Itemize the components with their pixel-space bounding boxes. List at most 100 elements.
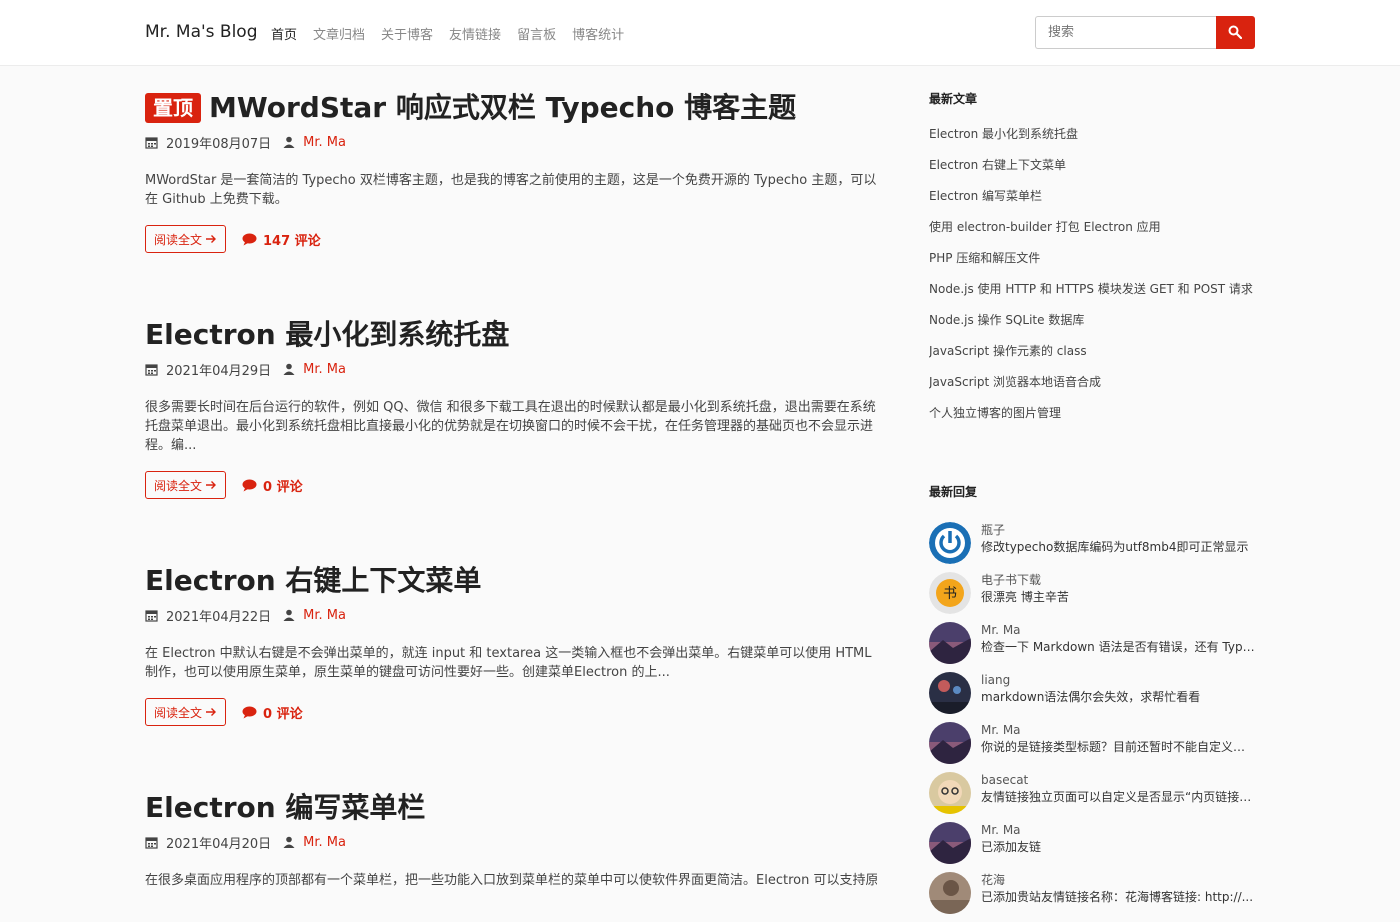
post-date: 2021年04月29日 bbox=[166, 363, 272, 379]
reply-message: 已添加友链 bbox=[981, 840, 1042, 854]
reply-message: 很漂亮 博主辛苦 bbox=[981, 590, 1069, 604]
recent-posts-list: Electron 最小化到系统托盘 Electron 右键上下文菜单 Elect… bbox=[929, 126, 1255, 436]
read-more-button[interactable]: 阅读全文 bbox=[145, 698, 227, 726]
arrow-right-icon bbox=[206, 481, 217, 489]
calendar-icon bbox=[145, 363, 158, 376]
search-input[interactable] bbox=[1035, 16, 1216, 49]
reply-item[interactable]: 书 电子书下载很漂亮 博主辛苦 bbox=[929, 572, 1255, 622]
comment-icon bbox=[242, 479, 257, 491]
recent-post-link[interactable]: 使用 electron-builder 打包 Electron 应用 bbox=[929, 219, 1255, 250]
post-list: 置顶 MWordStar 响应式双栏 Typecho 博客主题 2019年08月… bbox=[145, 66, 880, 900]
reply-message: 修改typecho数据库编码为utf8mb4即可正常显示 bbox=[981, 540, 1249, 554]
post-author[interactable]: Mr. Ma bbox=[303, 608, 346, 623]
recent-post-link[interactable]: Electron 右键上下文菜单 bbox=[929, 157, 1255, 188]
recent-post-link[interactable]: Node.js 操作 SQLite 数据库 bbox=[929, 312, 1255, 343]
calendar-icon bbox=[145, 609, 158, 622]
comments-link[interactable]: 147 评论 bbox=[242, 230, 321, 249]
post-title-text[interactable]: Electron 右键上下文菜单 bbox=[145, 561, 481, 601]
post-author[interactable]: Mr. Ma bbox=[303, 135, 346, 150]
read-more-button[interactable]: 阅读全文 bbox=[145, 471, 227, 499]
firework-avatar-icon bbox=[929, 672, 971, 714]
reply-item[interactable]: Mr. Ma 已添加友链 bbox=[929, 822, 1255, 872]
reply-item[interactable]: Mr. Ma 你说的是链接类型标题？目前还暂时不能自定义，... bbox=[929, 722, 1255, 772]
site-brand[interactable]: Mr. Ma's Blog bbox=[145, 22, 258, 42]
recent-posts-title: 最新文章 bbox=[929, 92, 978, 106]
post-date: 2021年04月22日 bbox=[166, 609, 272, 625]
reply-item[interactable]: 瓶子 修改typecho数据库编码为utf8mb4即可正常显示 bbox=[929, 522, 1255, 572]
post-actions: 阅读全文 0 评论 bbox=[145, 698, 880, 726]
calendar-icon bbox=[145, 136, 158, 149]
avatar bbox=[929, 522, 971, 564]
recent-post-link[interactable]: 个人独立博客的图片管理 bbox=[929, 405, 1255, 436]
recent-post-link[interactable]: JavaScript 操作元素的 class bbox=[929, 343, 1255, 374]
nav-links[interactable]: 友情链接 bbox=[449, 24, 501, 43]
calendar-icon bbox=[145, 836, 158, 849]
post-meta: 2019年08月07日 Mr. Ma bbox=[145, 132, 880, 152]
reply-item[interactable]: liang markdown语法偶尔会失效，求帮忙看看 bbox=[929, 672, 1255, 722]
read-more-label: 阅读全文 bbox=[154, 478, 203, 493]
reply-item[interactable]: basecat 友情链接独立页面可以自定义是否显示“内页链接”... bbox=[929, 772, 1255, 822]
avatar bbox=[929, 872, 971, 914]
nav-archive[interactable]: 文章归档 bbox=[313, 24, 365, 43]
nav-guestbook[interactable]: 留言板 bbox=[517, 24, 556, 43]
post-title[interactable]: 置顶 MWordStar 响应式双栏 Typecho 博客主题 bbox=[145, 88, 880, 128]
post-meta: 2021年04月22日 Mr. Ma bbox=[145, 605, 880, 625]
recent-post-link[interactable]: Electron 最小化到系统托盘 bbox=[929, 126, 1255, 157]
post-actions: 阅读全文 0 评论 bbox=[145, 471, 880, 499]
recent-post-link[interactable]: Electron 编写菜单栏 bbox=[929, 188, 1255, 219]
avatar bbox=[929, 672, 971, 714]
post-title-text[interactable]: MWordStar 响应式双栏 Typecho 博客主题 bbox=[209, 88, 796, 128]
nav-stats[interactable]: 博客统计 bbox=[572, 24, 624, 43]
post-excerpt: 很多需要长时间在后台运行的软件，例如 QQ、微信 和很多下载工具在退出的时候默认… bbox=[145, 400, 876, 453]
search-form bbox=[1035, 16, 1255, 49]
post-title-text[interactable]: Electron 最小化到系统托盘 bbox=[145, 315, 509, 355]
post-excerpt: 在很多桌面应用程序的顶部都有一个菜单栏，把一些功能入口放到菜单栏的菜单中可以使软… bbox=[145, 873, 877, 888]
comments-count: 0 评论 bbox=[263, 479, 303, 495]
nav-about[interactable]: 关于博客 bbox=[381, 24, 433, 43]
read-more-button[interactable]: 阅读全文 bbox=[145, 225, 227, 253]
user-icon bbox=[283, 136, 295, 148]
recent-post-link[interactable]: Node.js 使用 HTTP 和 HTTPS 模块发送 GET 和 POST … bbox=[929, 281, 1255, 312]
read-more-label: 阅读全文 bbox=[154, 232, 203, 247]
reply-author: 电子书下载 bbox=[981, 573, 1042, 587]
user-icon bbox=[283, 609, 295, 621]
post-title[interactable]: Electron 编写菜单栏 bbox=[145, 788, 880, 828]
reply-author: liang bbox=[981, 673, 1011, 687]
post-item: Electron 编写菜单栏 2021年04月20日 Mr. Ma 在很多桌面应… bbox=[145, 788, 880, 890]
user-icon bbox=[283, 363, 295, 375]
reply-author: Mr. Ma bbox=[981, 723, 1021, 737]
cartoon-avatar-icon bbox=[929, 772, 971, 814]
recent-post-link[interactable]: PHP 压缩和解压文件 bbox=[929, 250, 1255, 281]
post-excerpt: MWordStar 是一套简洁的 Typecho 双栏博客主题，也是我的博客之前… bbox=[145, 173, 877, 207]
post-author[interactable]: Mr. Ma bbox=[303, 362, 346, 377]
sticky-badge: 置顶 bbox=[145, 93, 201, 123]
read-more-label: 阅读全文 bbox=[154, 705, 203, 720]
post-title[interactable]: Electron 最小化到系统托盘 bbox=[145, 315, 880, 355]
post-title[interactable]: Electron 右键上下文菜单 bbox=[145, 561, 880, 601]
reply-item[interactable]: Mr. Ma 检查一下 Markdown 语法是否有错误，还有 Type... bbox=[929, 622, 1255, 672]
post-title-text[interactable]: Electron 编写菜单栏 bbox=[145, 788, 425, 828]
reply-author: basecat bbox=[981, 773, 1029, 787]
comments-link[interactable]: 0 评论 bbox=[242, 703, 303, 722]
post-author[interactable]: Mr. Ma bbox=[303, 835, 346, 850]
post-date: 2019年08月07日 bbox=[166, 136, 272, 152]
comment-icon bbox=[242, 706, 257, 718]
post-excerpt: 在 Electron 中默认右键是不会弹出菜单的，就连 input 和 text… bbox=[145, 646, 872, 680]
night-sky-avatar-icon bbox=[929, 822, 971, 864]
avatar bbox=[929, 822, 971, 864]
book-avatar-icon: 书 bbox=[929, 572, 971, 614]
reply-message: 你说的是链接类型标题？目前还暂时不能自定义，... bbox=[981, 740, 1255, 754]
nav-home[interactable]: 首页 bbox=[271, 24, 297, 43]
avatar bbox=[929, 772, 971, 814]
recent-post-link[interactable]: JavaScript 浏览器本地语音合成 bbox=[929, 374, 1255, 405]
reply-author: Mr. Ma bbox=[981, 823, 1021, 837]
reply-item[interactable]: 花海 已添加贵站友情链接名称：花海博客链接: http://... bbox=[929, 872, 1255, 922]
top-navbar: Mr. Ma's Blog 首页 文章归档 关于博客 友情链接 留言板 博客统计 bbox=[0, 0, 1400, 66]
svg-text:书: 书 bbox=[943, 586, 957, 602]
comment-icon bbox=[242, 233, 257, 245]
reply-message: 已添加贵站友情链接名称：花海博客链接: http://... bbox=[981, 890, 1254, 904]
comments-count: 0 评论 bbox=[263, 706, 303, 722]
search-button[interactable] bbox=[1216, 16, 1255, 49]
post-date: 2021年04月20日 bbox=[166, 836, 272, 852]
comments-link[interactable]: 0 评论 bbox=[242, 476, 303, 495]
